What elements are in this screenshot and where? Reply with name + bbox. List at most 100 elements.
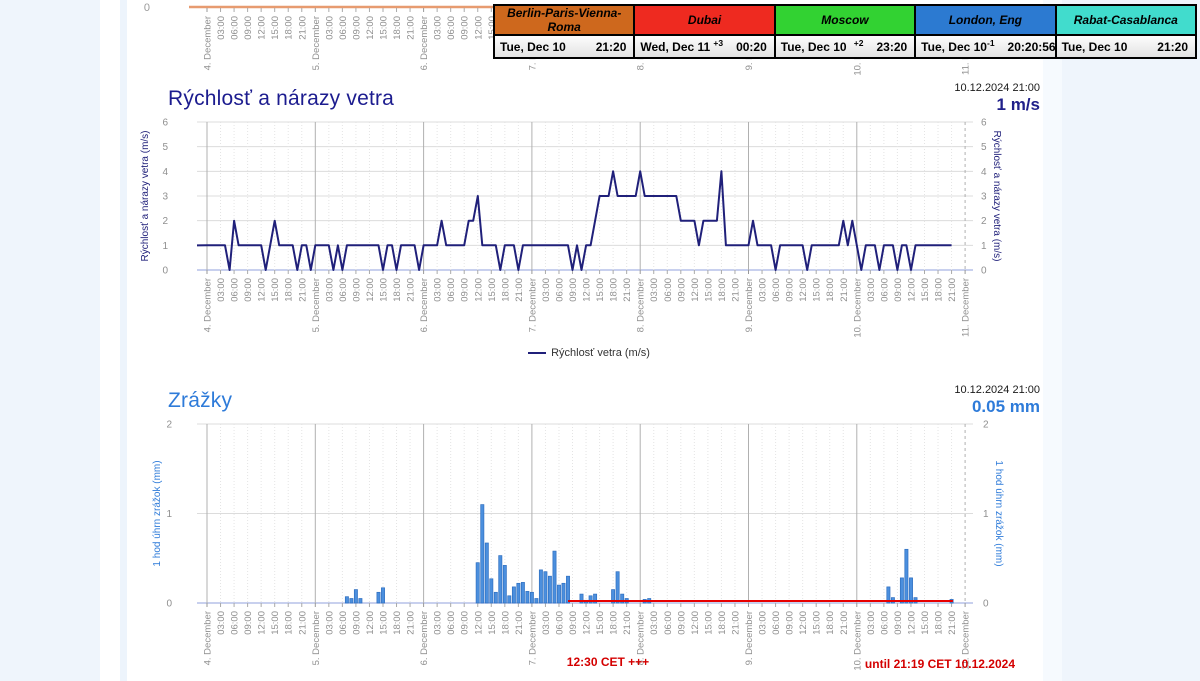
clock-time-cell-rabat: Tue, Dec 10 21:20 xyxy=(1054,34,1198,59)
svg-text:11. December: 11. December xyxy=(961,278,972,337)
svg-text:10. December: 10. December xyxy=(852,278,863,338)
svg-text:06:00: 06:00 xyxy=(879,611,890,635)
svg-text:0: 0 xyxy=(983,599,989,610)
svg-text:5. December: 5. December xyxy=(311,611,322,665)
wind-chart: 4. December 03:00 06:00 09:00 12:00 15:00 18:0… xyxy=(140,118,1002,338)
svg-text:18:00: 18:00 xyxy=(284,278,295,302)
svg-text:18:00: 18:00 xyxy=(717,278,728,302)
svg-text:1: 1 xyxy=(166,509,172,520)
svg-text:21:00: 21:00 xyxy=(514,611,525,635)
svg-text:2: 2 xyxy=(166,420,172,431)
svg-text:18:00: 18:00 xyxy=(717,611,728,635)
svg-text:18:00: 18:00 xyxy=(392,278,403,302)
svg-text:06:00: 06:00 xyxy=(554,278,565,302)
svg-text:15:00: 15:00 xyxy=(270,16,281,40)
svg-text:09:00: 09:00 xyxy=(460,278,471,302)
svg-text:4: 4 xyxy=(981,167,987,178)
clock-city-berlin: Berlin-Paris-Vienna-Roma xyxy=(492,4,636,36)
svg-text:12:00: 12:00 xyxy=(365,611,376,635)
svg-text:06:00: 06:00 xyxy=(446,278,457,302)
svg-text:12:00: 12:00 xyxy=(257,611,268,635)
clock-city-dubai: Dubai xyxy=(633,4,776,36)
svg-text:0: 0 xyxy=(162,266,168,277)
svg-text:15:00: 15:00 xyxy=(595,611,606,635)
clock-time-cell-london: Tue, Dec 10 -1 20:20:56 xyxy=(914,34,1057,59)
svg-text:03:00: 03:00 xyxy=(866,611,877,635)
clock-city-rabat: Rabat-Casablanca xyxy=(1054,4,1198,36)
svg-text:18:00: 18:00 xyxy=(609,611,620,635)
clock-city-moscow: Moscow xyxy=(773,4,917,36)
svg-text:12:00: 12:00 xyxy=(582,278,593,302)
svg-text:12:00: 12:00 xyxy=(257,16,268,40)
svg-text:09:00: 09:00 xyxy=(351,611,362,635)
svg-text:03:00: 03:00 xyxy=(324,611,335,635)
svg-text:18:00: 18:00 xyxy=(934,611,945,635)
svg-text:12:00: 12:00 xyxy=(473,16,484,40)
svg-text:15:00: 15:00 xyxy=(920,278,931,302)
svg-text:09:00: 09:00 xyxy=(460,611,471,635)
svg-text:4. December: 4. December xyxy=(203,611,214,665)
svg-text:09:00: 09:00 xyxy=(351,16,362,40)
svg-text:03:00: 03:00 xyxy=(216,278,227,302)
svg-text:03:00: 03:00 xyxy=(324,16,335,40)
svg-text:03:00: 03:00 xyxy=(649,278,660,302)
svg-text:06:00: 06:00 xyxy=(446,611,457,635)
svg-text:12:00: 12:00 xyxy=(473,611,484,635)
svg-text:1: 1 xyxy=(162,241,168,252)
svg-text:21:00: 21:00 xyxy=(406,16,417,40)
svg-text:21:00: 21:00 xyxy=(730,278,741,302)
svg-text:21:00: 21:00 xyxy=(297,611,308,635)
svg-text:18:00: 18:00 xyxy=(284,611,295,635)
svg-text:18:00: 18:00 xyxy=(825,611,836,635)
wind-legend-label: Rýchlosť vetra (m/s) xyxy=(551,347,650,359)
wind-chart-legend: Rýchlosť vetra (m/s) xyxy=(130,347,1048,359)
svg-text:21:00: 21:00 xyxy=(622,278,633,302)
svg-text:03:00: 03:00 xyxy=(866,278,877,302)
svg-text:15:00: 15:00 xyxy=(812,611,823,635)
clock-time: 23:20 xyxy=(876,39,908,54)
svg-text:18:00: 18:00 xyxy=(934,278,945,302)
svg-text:09:00: 09:00 xyxy=(460,16,471,40)
svg-text:12:00: 12:00 xyxy=(906,611,917,635)
svg-text:09:00: 09:00 xyxy=(568,611,579,635)
svg-text:21:00: 21:00 xyxy=(297,16,308,40)
svg-text:18:00: 18:00 xyxy=(500,278,511,302)
clock-city-london: London, Eng xyxy=(914,4,1057,36)
svg-text:06:00: 06:00 xyxy=(771,278,782,302)
svg-text:21:00: 21:00 xyxy=(839,611,850,635)
svg-text:21:00: 21:00 xyxy=(406,611,417,635)
svg-text:06:00: 06:00 xyxy=(338,611,349,635)
svg-text:12:00: 12:00 xyxy=(798,278,809,302)
svg-text:21:00: 21:00 xyxy=(947,611,958,635)
svg-text:09:00: 09:00 xyxy=(676,278,687,302)
svg-text:09:00: 09:00 xyxy=(243,611,254,635)
svg-text:18:00: 18:00 xyxy=(609,278,620,302)
svg-text:09:00: 09:00 xyxy=(243,278,254,302)
svg-text:Rýchlosť a nárazy vetra (m/s): Rýchlosť a nárazy vetra (m/s) xyxy=(991,130,1002,261)
clock-time-cell-berlin: Tue, Dec 10 21:20 xyxy=(492,34,636,59)
svg-text:10. December: 10. December xyxy=(852,611,863,671)
svg-text:15:00: 15:00 xyxy=(378,611,389,635)
svg-text:5: 5 xyxy=(162,142,168,153)
svg-text:21:00: 21:00 xyxy=(514,278,525,302)
world-clock-table: Berlin-Paris-Vienna-Roma Dubai Moscow Lo… xyxy=(492,4,1198,59)
rain-annotation-end: until 21:19 CET 10.12.2024 xyxy=(865,657,1015,671)
svg-text:12:00: 12:00 xyxy=(473,278,484,302)
svg-text:15:00: 15:00 xyxy=(920,611,931,635)
svg-text:03:00: 03:00 xyxy=(216,611,227,635)
clock-date: Tue, Dec 10 xyxy=(780,39,847,54)
svg-text:15:00: 15:00 xyxy=(270,278,281,302)
svg-text:12:00: 12:00 xyxy=(365,16,376,40)
clock-utc-offset: +3 xyxy=(713,37,724,48)
svg-text:03:00: 03:00 xyxy=(216,16,227,40)
svg-text:5. December: 5. December xyxy=(311,16,322,70)
svg-text:06:00: 06:00 xyxy=(338,278,349,302)
svg-text:21:00: 21:00 xyxy=(730,611,741,635)
clock-time: 20:20:56 xyxy=(1007,39,1056,54)
svg-text:7. December: 7. December xyxy=(527,611,538,665)
svg-text:6. December: 6. December xyxy=(419,278,430,332)
svg-text:09:00: 09:00 xyxy=(351,278,362,302)
svg-text:9. December: 9. December xyxy=(744,611,755,665)
svg-text:18:00: 18:00 xyxy=(825,278,836,302)
svg-text:8. December: 8. December xyxy=(636,278,647,332)
